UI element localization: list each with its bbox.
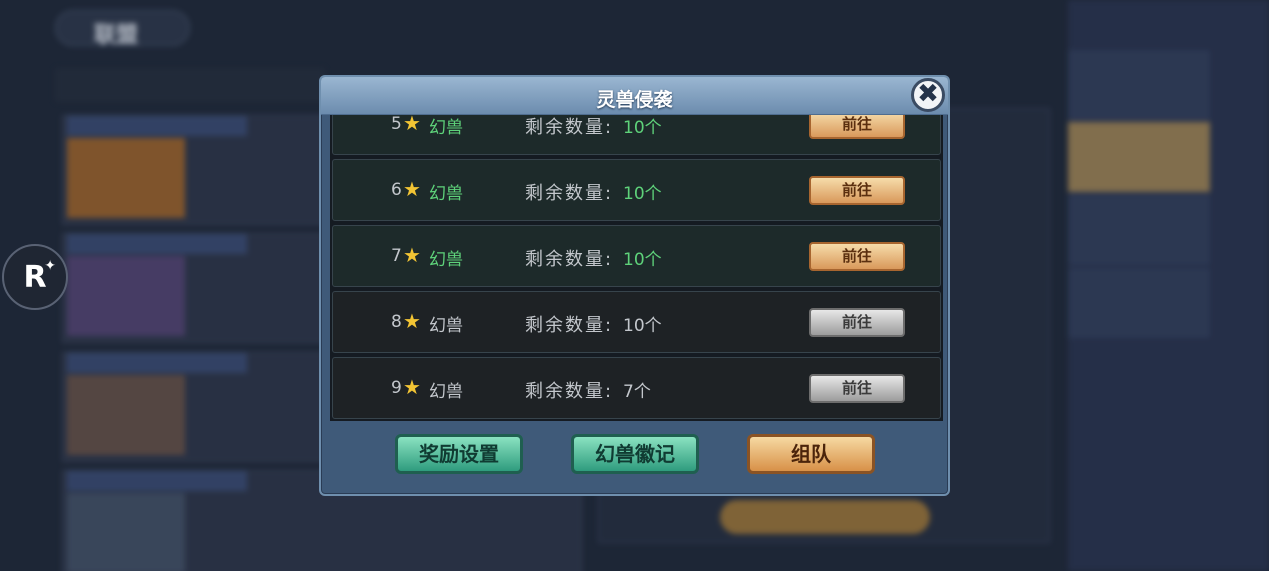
remaining-label: 剩余数量: [525, 315, 614, 336]
background-title: 联盟 [94, 23, 139, 48]
r-letter: R [23, 259, 47, 295]
beast-badge-button[interactable]: 幻兽徽记 [571, 434, 699, 474]
beast-name: 幻兽 [429, 316, 463, 336]
back-header: 联盟 [55, 10, 190, 48]
remaining-label: 剩余数量: [525, 249, 614, 270]
sparkle-icon: ✦ [44, 258, 56, 274]
star-level: 8 [391, 312, 402, 332]
go-button[interactable]: 前往 [809, 374, 905, 403]
remaining-count: 10个 [623, 118, 662, 138]
beast-name: 幻兽 [429, 184, 463, 204]
star-icon: ★ [403, 375, 421, 399]
star-icon: ★ [403, 243, 421, 267]
star-level: 9 [391, 378, 402, 398]
star-icon: ★ [403, 309, 421, 333]
floating-r-button[interactable]: R ✦ [2, 244, 68, 310]
beast-name: 幻兽 [429, 118, 463, 138]
close-icon[interactable]: ✖ [911, 78, 945, 112]
go-button[interactable]: 前往 [809, 115, 905, 139]
list-item: 7 ★ 幻兽 剩余数量: 10个 前往 [332, 225, 941, 287]
dialog-header: 灵兽侵袭 [321, 77, 948, 115]
background-sidebar [1068, 0, 1269, 571]
list-item: 5 ★ 幻兽 剩余数量: 10个 前往 [332, 115, 941, 155]
remaining-count: 10个 [623, 316, 662, 336]
dialog-title: 灵兽侵袭 [596, 89, 673, 111]
list-item: 6 ★ 幻兽 剩余数量: 10个 前往 [332, 159, 941, 221]
go-button[interactable]: 前往 [809, 242, 905, 271]
list-item: 8 ★ 幻兽 剩余数量: 10个 前往 [332, 291, 941, 353]
background-tabs [55, 68, 325, 102]
star-icon: ★ [403, 115, 421, 135]
star-icon: ★ [403, 177, 421, 201]
remaining-label: 剩余数量: [525, 381, 614, 402]
go-button[interactable]: 前往 [809, 176, 905, 205]
go-button[interactable]: 前往 [809, 308, 905, 337]
beast-name: 幻兽 [429, 250, 463, 270]
remaining-label: 剩余数量: [525, 183, 614, 204]
list-item: 9 ★ 幻兽 剩余数量: 7个 前往 [332, 357, 941, 419]
star-level: 7 [391, 246, 402, 266]
beast-list[interactable]: 5 ★ 幻兽 剩余数量: 10个 前往 6 ★ 幻兽 剩余数量: 10个 前往 … [330, 115, 943, 421]
spirit-beast-invasion-dialog: 灵兽侵袭 ✖ 5 ★ 幻兽 剩余数量: 10个 前往 6 ★ 幻兽 剩余数量: … [319, 75, 950, 496]
remaining-count: 10个 [623, 184, 662, 204]
team-button[interactable]: 组队 [747, 434, 875, 474]
remaining-count: 7个 [623, 382, 651, 402]
star-level: 5 [391, 115, 402, 134]
remaining-label: 剩余数量: [525, 117, 614, 138]
star-level: 6 [391, 180, 402, 200]
reward-settings-button[interactable]: 奖励设置 [395, 434, 523, 474]
background-button [720, 500, 930, 534]
beast-name: 幻兽 [429, 382, 463, 402]
remaining-count: 10个 [623, 250, 662, 270]
